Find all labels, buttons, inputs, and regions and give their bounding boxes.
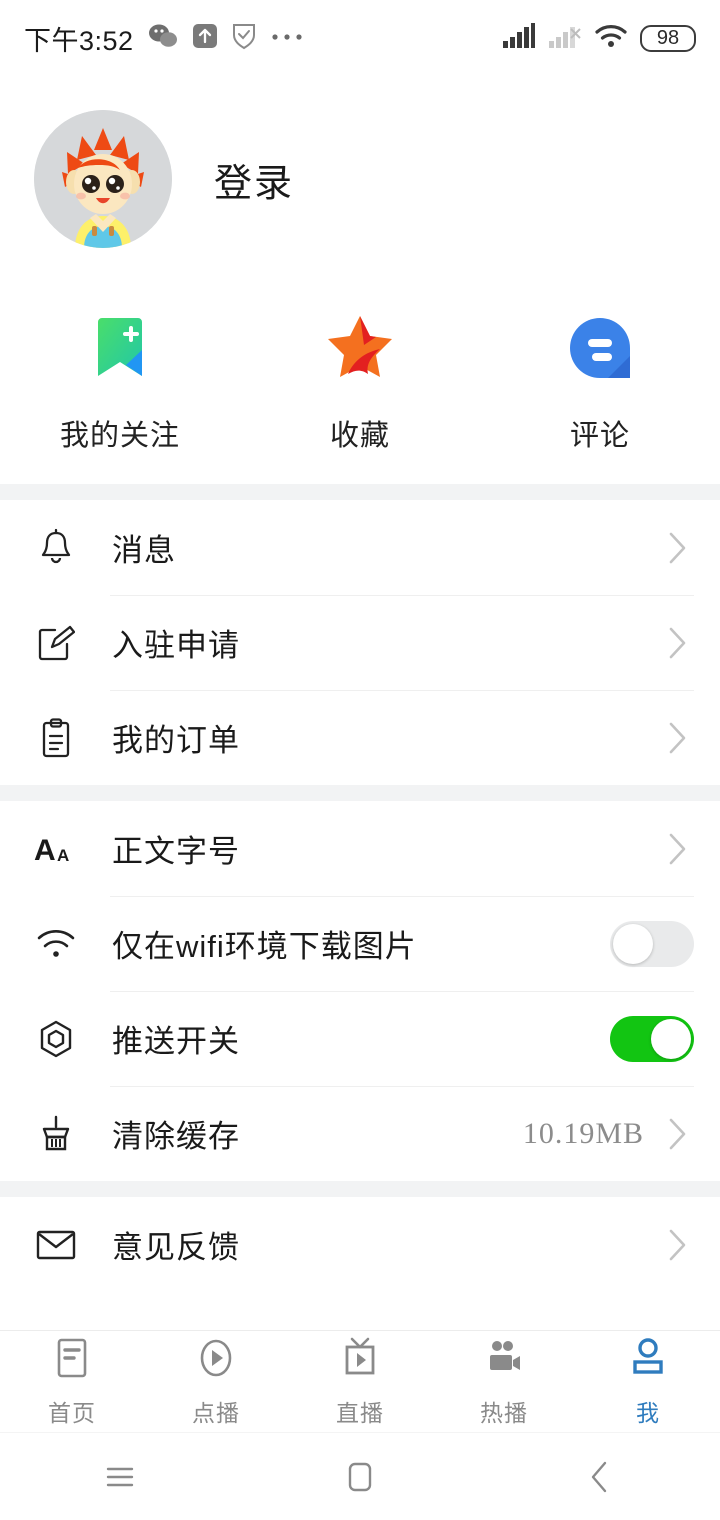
list-item-label: 消息	[112, 533, 176, 568]
signal-bars-off-icon	[548, 23, 582, 54]
toggle-knob	[651, 1018, 691, 1059]
recents-menu-icon[interactable]	[45, 1462, 195, 1492]
app-screen: 下午3:52 98 登录 我的关注 收藏 评论 消息 入驻申请 我的订单 A A…	[0, 0, 720, 1520]
quick-action-follow[interactable]: 我的关注	[0, 310, 240, 454]
tv-icon	[338, 1336, 382, 1387]
tab-profile[interactable]: 我	[576, 1336, 720, 1428]
broom-icon	[30, 1115, 82, 1153]
quick-action-comments[interactable]: 评论	[480, 310, 720, 454]
push-switch-toggle[interactable]	[610, 1015, 694, 1062]
list-item-apply[interactable]: 入驻申请	[0, 595, 720, 690]
list-item-label: 意见反馈	[112, 1230, 240, 1265]
list-item-label: 清除缓存	[112, 1119, 240, 1154]
back-chevron-icon[interactable]	[525, 1460, 675, 1494]
list-item-font-size[interactable]: A A 正文字号	[0, 801, 720, 896]
signal-bars-icon	[502, 22, 536, 54]
tab-label: 热播	[480, 1399, 528, 1426]
list-item-messages[interactable]: 消息	[0, 500, 720, 595]
quick-actions: 我的关注 收藏 评论	[0, 272, 720, 484]
list-item-label: 推送开关	[112, 1024, 240, 1059]
status-bar-right: 98	[502, 22, 696, 54]
quick-action-label: 收藏	[329, 420, 390, 452]
tab-hot[interactable]: 热播	[432, 1336, 576, 1428]
edit-square-icon	[30, 624, 82, 662]
font-size-icon: A A	[30, 830, 82, 868]
star-icon	[322, 310, 398, 386]
section-separator	[0, 785, 720, 801]
tab-label: 直播	[336, 1399, 384, 1426]
toggle-knob	[613, 923, 653, 964]
status-bar: 下午3:52 98	[0, 0, 720, 76]
list-item-clear-cache[interactable]: 清除缓存 10.19MB	[0, 1086, 720, 1181]
list-item-label: 仅在wifi环境下载图片	[112, 929, 417, 964]
login-label[interactable]: 登录	[214, 152, 294, 207]
bottom-tab-bar: 首页 点播 直播 热播 我	[0, 1330, 720, 1432]
list-group-settings: A A 正文字号 仅在wifi环境下载图片 推送开关 清除缓存 10.19MB	[0, 801, 720, 1181]
bell-icon	[30, 528, 82, 568]
home-square-icon[interactable]	[285, 1460, 435, 1494]
person-icon	[626, 1336, 670, 1387]
battery-icon: 98	[640, 24, 696, 52]
tab-label: 首页	[48, 1399, 96, 1426]
clipboard-icon	[30, 717, 82, 758]
list-item-wifi-images[interactable]: 仅在wifi环境下载图片	[0, 896, 720, 991]
svg-text:A: A	[57, 846, 69, 865]
chevron-right-icon[interactable]	[660, 626, 694, 660]
tab-label: 我	[636, 1399, 660, 1426]
tab-vod[interactable]: 点播	[144, 1336, 288, 1428]
wifi-images-toggle[interactable]	[610, 920, 694, 967]
video-camera-icon	[482, 1336, 526, 1387]
envelope-icon	[30, 1229, 82, 1261]
tab-home[interactable]: 首页	[0, 1336, 144, 1428]
wifi-icon	[30, 927, 82, 961]
more-dots-icon	[270, 29, 304, 47]
list-item-label: 我的订单	[112, 723, 240, 758]
quick-action-label: 评论	[569, 420, 630, 452]
profile-header[interactable]: 登录	[0, 76, 720, 272]
chevron-right-icon[interactable]	[660, 721, 694, 755]
section-separator	[0, 1181, 720, 1197]
comment-bubble-icon	[562, 310, 638, 386]
tab-label: 点播	[192, 1399, 240, 1426]
android-nav-bar	[0, 1432, 720, 1520]
bookmark-plus-icon	[82, 310, 158, 386]
avatar[interactable]	[34, 110, 172, 248]
list-item-label: 入驻申请	[112, 628, 240, 663]
quick-action-label: 我的关注	[59, 420, 180, 452]
cache-size-value: 10.19MB	[522, 1116, 644, 1150]
tab-live[interactable]: 直播	[288, 1336, 432, 1428]
shield-icon	[232, 22, 256, 55]
list-item-label: 正文字号	[112, 834, 240, 869]
upload-arrow-icon	[192, 23, 218, 54]
status-time: 下午3:52	[24, 25, 134, 56]
list-group-account: 消息 入驻申请 我的订单	[0, 500, 720, 785]
wechat-icon	[148, 23, 178, 54]
status-bar-left: 下午3:52	[24, 19, 304, 58]
circle-play-icon	[194, 1336, 238, 1387]
list-item-orders[interactable]: 我的订单	[0, 690, 720, 785]
list-item-push-switch[interactable]: 推送开关	[0, 991, 720, 1086]
chevron-right-icon[interactable]	[660, 531, 694, 565]
chevron-right-icon[interactable]	[660, 832, 694, 866]
quick-action-favorites[interactable]: 收藏	[240, 310, 480, 454]
list-group-feedback: 意见反馈	[0, 1197, 720, 1292]
svg-text:A: A	[34, 834, 56, 867]
push-hexagon-icon	[30, 1019, 82, 1059]
wifi-icon	[594, 23, 628, 54]
news-page-icon	[50, 1336, 94, 1387]
section-separator	[0, 484, 720, 500]
list-item-feedback[interactable]: 意见反馈	[0, 1197, 720, 1292]
chevron-right-icon[interactable]	[660, 1228, 694, 1262]
chevron-right-icon[interactable]	[660, 1117, 694, 1151]
